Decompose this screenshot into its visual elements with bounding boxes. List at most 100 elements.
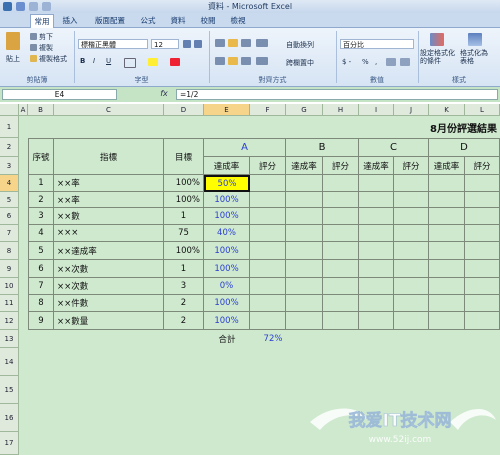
row-header[interactable]: 1 xyxy=(0,116,19,138)
column-header-g[interactable]: G xyxy=(286,104,323,116)
shrink-font-icon[interactable] xyxy=(194,40,202,48)
group-header-d[interactable]: D xyxy=(429,138,500,157)
cell-target[interactable]: 75 xyxy=(164,225,204,242)
name-box[interactable]: E4 xyxy=(2,89,117,100)
tab-insert[interactable]: 插入 xyxy=(58,14,82,27)
percent-button[interactable]: % xyxy=(362,58,369,66)
active-cell-e4[interactable]: 50% xyxy=(204,175,250,192)
cell-rate[interactable]: 0% xyxy=(204,278,250,295)
conditional-formatting-icon[interactable] xyxy=(430,33,444,46)
cell-target[interactable]: 100% xyxy=(164,175,204,192)
column-header-d[interactable]: D xyxy=(164,104,204,116)
cell-target[interactable]: 100% xyxy=(164,192,204,208)
cell-index[interactable]: ××次數 xyxy=(54,260,164,278)
cell-target[interactable]: 2 xyxy=(164,295,204,312)
group-header-b[interactable]: B xyxy=(286,138,359,157)
cell-no[interactable]: 9 xyxy=(28,312,54,330)
tab-review[interactable]: 校閱 xyxy=(196,14,220,27)
total-label[interactable]: 合計 xyxy=(204,330,250,348)
cell-rate[interactable]: 100% xyxy=(204,295,250,312)
align-middle-icon[interactable] xyxy=(228,39,238,47)
row-header[interactable]: 16 xyxy=(0,404,19,432)
increase-decimal-icon[interactable] xyxy=(386,58,396,66)
row-header[interactable]: 9 xyxy=(0,260,19,278)
column-header-l[interactable]: L xyxy=(465,104,500,116)
font-name-combo[interactable]: 標楷正黑體 xyxy=(78,39,148,49)
row-header[interactable]: 11 xyxy=(0,295,19,312)
align-top-icon[interactable] xyxy=(215,39,225,47)
number-format-combo[interactable]: 百分比 xyxy=(340,39,414,49)
font-color-icon[interactable] xyxy=(170,58,180,66)
subheader-rate[interactable]: 達成率 xyxy=(429,157,465,175)
cell-target[interactable]: 3 xyxy=(164,278,204,295)
decrease-decimal-icon[interactable] xyxy=(400,58,410,66)
format-as-table-icon[interactable] xyxy=(468,33,482,46)
cell-rate[interactable]: 100% xyxy=(204,312,250,330)
copy-icon[interactable] xyxy=(30,44,37,51)
underline-button[interactable]: U xyxy=(106,57,111,65)
cell-rate[interactable]: 40% xyxy=(204,225,250,242)
header-index[interactable]: 指標 xyxy=(54,138,164,175)
row-header[interactable]: 8 xyxy=(0,242,19,260)
cell-index[interactable]: ××次數 xyxy=(54,278,164,295)
wrap-text-button[interactable]: 自動換列 xyxy=(286,40,314,50)
cell-index[interactable]: ××率 xyxy=(54,175,164,192)
align-center-icon[interactable] xyxy=(228,57,238,65)
row-header[interactable]: 13 xyxy=(0,330,19,348)
insert-function-icon[interactable]: fx xyxy=(155,89,173,100)
header-target[interactable]: 目標 xyxy=(164,138,204,175)
empty-score-grid[interactable] xyxy=(250,175,500,330)
column-header-f[interactable]: F xyxy=(250,104,286,116)
border-icon[interactable] xyxy=(124,58,136,68)
format-painter-button[interactable]: 複製格式 xyxy=(39,54,67,64)
column-header-j[interactable]: J xyxy=(394,104,429,116)
align-bottom-icon[interactable] xyxy=(241,39,251,47)
subheader-score[interactable]: 評分 xyxy=(465,157,500,175)
cell-target[interactable]: 1 xyxy=(164,260,204,278)
row-header[interactable]: 14 xyxy=(0,348,19,376)
column-header-i[interactable]: I xyxy=(359,104,394,116)
subheader-rate[interactable]: 達成率 xyxy=(359,157,394,175)
row-header[interactable]: 12 xyxy=(0,312,19,330)
formula-input[interactable]: =1/2 xyxy=(176,89,498,100)
cut-icon[interactable] xyxy=(30,33,37,40)
cell-index[interactable]: ××數量 xyxy=(54,312,164,330)
cell-rate[interactable]: 100% xyxy=(204,260,250,278)
conditional-formatting-button[interactable]: 設定格式化的條件 xyxy=(420,49,456,65)
tab-page-layout[interactable]: 版面配置 xyxy=(90,14,130,27)
font-size-combo[interactable]: 12 xyxy=(151,39,179,49)
group-header-c[interactable]: C xyxy=(359,138,429,157)
cell-no[interactable]: 1 xyxy=(28,175,54,192)
align-left-icon[interactable] xyxy=(215,57,225,65)
cell-no[interactable]: 3 xyxy=(28,208,54,225)
row-header[interactable]: 17 xyxy=(0,432,19,455)
cell-target[interactable]: 1 xyxy=(164,208,204,225)
tab-view[interactable]: 檢視 xyxy=(226,14,250,27)
tab-data[interactable]: 資料 xyxy=(166,14,190,27)
cell-index[interactable]: ××數 xyxy=(54,208,164,225)
currency-button[interactable]: $ - xyxy=(342,58,351,66)
tab-home[interactable]: 常用 xyxy=(30,14,54,28)
column-header-h[interactable]: H xyxy=(323,104,359,116)
row-header[interactable]: 7 xyxy=(0,225,19,242)
row-header[interactable]: 15 xyxy=(0,376,19,404)
cell-rate[interactable]: 100% xyxy=(204,242,250,260)
column-header-a[interactable]: A xyxy=(19,104,28,116)
format-painter-icon[interactable] xyxy=(30,55,37,62)
cell-index[interactable]: ××率 xyxy=(54,192,164,208)
copy-button[interactable]: 複製 xyxy=(39,43,53,53)
merge-center-button[interactable]: 跨欄置中 xyxy=(286,58,314,68)
row-header[interactable]: 4 xyxy=(0,175,19,192)
group-header-a[interactable]: A xyxy=(204,138,286,157)
bold-button[interactable]: B xyxy=(80,57,85,65)
subheader-rate[interactable]: 達成率 xyxy=(286,157,323,175)
subheader-rate[interactable]: 達成率 xyxy=(204,157,250,175)
cell-target[interactable]: 100% xyxy=(164,242,204,260)
column-header-b[interactable]: B xyxy=(28,104,54,116)
sheet-title[interactable]: 8月份評選結果 xyxy=(300,116,500,138)
cell-target[interactable]: 2 xyxy=(164,312,204,330)
indent-icon[interactable] xyxy=(256,57,268,65)
fill-color-icon[interactable] xyxy=(148,58,158,66)
column-header-e[interactable]: E xyxy=(204,104,250,116)
align-right-icon[interactable] xyxy=(241,57,251,65)
